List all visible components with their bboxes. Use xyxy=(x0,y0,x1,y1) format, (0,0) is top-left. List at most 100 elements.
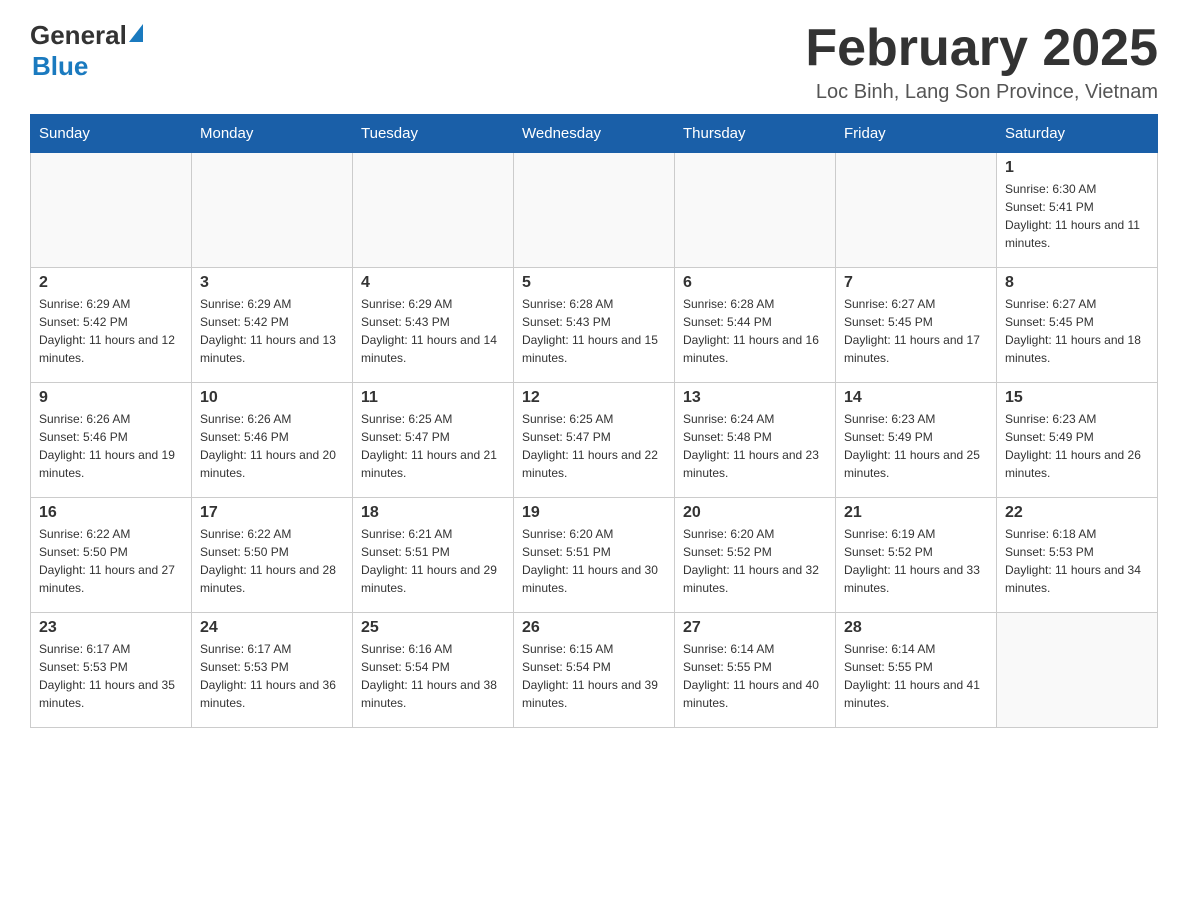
weekday-header-friday: Friday xyxy=(836,115,997,153)
calendar-cell: 12 Sunrise: 6:25 AMSunset: 5:47 PMDayligh… xyxy=(514,383,675,498)
logo: General Blue xyxy=(30,20,143,82)
calendar-cell: 23 Sunrise: 6:17 AMSunset: 5:53 PMDayligh… xyxy=(31,613,192,728)
title-block: February 2025 Loc Binh, Lang Son Provinc… xyxy=(805,20,1158,104)
day-info: Sunrise: 6:24 AMSunset: 5:48 PMDaylight:… xyxy=(683,410,827,482)
calendar-cell: 16 Sunrise: 6:22 AMSunset: 5:50 PMDayligh… xyxy=(31,498,192,613)
calendar-cell: 4 Sunrise: 6:29 AMSunset: 5:43 PMDaylight… xyxy=(353,268,514,383)
week-row-2: 2 Sunrise: 6:29 AMSunset: 5:42 PMDaylight… xyxy=(31,268,1158,383)
calendar-cell xyxy=(192,153,353,268)
day-number: 8 xyxy=(1005,274,1149,292)
logo-general-text: General xyxy=(30,20,127,51)
calendar-cell: 3 Sunrise: 6:29 AMSunset: 5:42 PMDaylight… xyxy=(192,268,353,383)
calendar-cell: 7 Sunrise: 6:27 AMSunset: 5:45 PMDaylight… xyxy=(836,268,997,383)
day-info: Sunrise: 6:20 AMSunset: 5:52 PMDaylight:… xyxy=(683,525,827,597)
day-info: Sunrise: 6:29 AMSunset: 5:43 PMDaylight:… xyxy=(361,295,505,367)
day-info: Sunrise: 6:14 AMSunset: 5:55 PMDaylight:… xyxy=(683,640,827,712)
day-info: Sunrise: 6:17 AMSunset: 5:53 PMDaylight:… xyxy=(200,640,344,712)
day-number: 9 xyxy=(39,389,183,407)
calendar-cell: 10Sunrise: 6:26 AMSunset: 5:46 PMDayligh… xyxy=(192,383,353,498)
day-info: Sunrise: 6:21 AMSunset: 5:51 PMDaylight:… xyxy=(361,525,505,597)
calendar-cell: 24Sunrise: 6:17 AMSunset: 5:53 PMDayligh… xyxy=(192,613,353,728)
day-number: 14 xyxy=(844,389,988,407)
calendar-cell: 18 Sunrise: 6:21 AMSunset: 5:51 PMDayligh… xyxy=(353,498,514,613)
day-info: Sunrise: 6:30 AMSunset: 5:41 PMDaylight:… xyxy=(1005,180,1149,252)
calendar-cell: 2 Sunrise: 6:29 AMSunset: 5:42 PMDaylight… xyxy=(31,268,192,383)
week-row-5: 23 Sunrise: 6:17 AMSunset: 5:53 PMDayligh… xyxy=(31,613,1158,728)
day-info: Sunrise: 6:17 AMSunset: 5:53 PMDaylight:… xyxy=(39,640,183,712)
day-info: Sunrise: 6:22 AMSunset: 5:50 PMDaylight:… xyxy=(39,525,183,597)
day-number: 6 xyxy=(683,274,827,292)
day-info: Sunrise: 6:23 AMSunset: 5:49 PMDaylight:… xyxy=(1005,410,1149,482)
week-row-4: 16 Sunrise: 6:22 AMSunset: 5:50 PMDayligh… xyxy=(31,498,1158,613)
day-number: 2 xyxy=(39,274,183,292)
calendar-cell: 19 Sunrise: 6:20 AMSunset: 5:51 PMDayligh… xyxy=(514,498,675,613)
day-info: Sunrise: 6:20 AMSunset: 5:51 PMDaylight:… xyxy=(522,525,666,597)
day-info: Sunrise: 6:29 AMSunset: 5:42 PMDaylight:… xyxy=(200,295,344,367)
day-info: Sunrise: 6:29 AMSunset: 5:42 PMDaylight:… xyxy=(39,295,183,367)
calendar-cell: 1 Sunrise: 6:30 AMSunset: 5:41 PMDaylight… xyxy=(997,153,1158,268)
calendar-cell xyxy=(514,153,675,268)
logo-arrow-icon xyxy=(129,24,143,42)
calendar-cell: 26 Sunrise: 6:15 AMSunset: 5:54 PMDayligh… xyxy=(514,613,675,728)
location-subtitle: Loc Binh, Lang Son Province, Vietnam xyxy=(805,81,1158,104)
day-info: Sunrise: 6:25 AMSunset: 5:47 PMDaylight:… xyxy=(522,410,666,482)
day-number: 27 xyxy=(683,619,827,637)
week-row-3: 9 Sunrise: 6:26 AMSunset: 5:46 PMDaylight… xyxy=(31,383,1158,498)
weekday-header-thursday: Thursday xyxy=(675,115,836,153)
weekday-header-monday: Monday xyxy=(192,115,353,153)
day-info: Sunrise: 6:18 AMSunset: 5:53 PMDaylight:… xyxy=(1005,525,1149,597)
calendar-cell xyxy=(675,153,836,268)
day-number: 1 xyxy=(1005,159,1149,177)
day-number: 18 xyxy=(361,504,505,522)
calendar-cell: 17Sunrise: 6:22 AMSunset: 5:50 PMDayligh… xyxy=(192,498,353,613)
main-title: February 2025 xyxy=(805,20,1158,77)
day-number: 19 xyxy=(522,504,666,522)
logo-blue-part xyxy=(127,29,143,42)
calendar-cell xyxy=(997,613,1158,728)
day-number: 3 xyxy=(200,274,344,292)
calendar-cell: 14Sunrise: 6:23 AMSunset: 5:49 PMDayligh… xyxy=(836,383,997,498)
calendar-cell: 27 Sunrise: 6:14 AMSunset: 5:55 PMDayligh… xyxy=(675,613,836,728)
day-number: 25 xyxy=(361,619,505,637)
day-number: 28 xyxy=(844,619,988,637)
calendar-cell: 5 Sunrise: 6:28 AMSunset: 5:43 PMDaylight… xyxy=(514,268,675,383)
calendar-cell: 28Sunrise: 6:14 AMSunset: 5:55 PMDayligh… xyxy=(836,613,997,728)
week-row-1: 1 Sunrise: 6:30 AMSunset: 5:41 PMDaylight… xyxy=(31,153,1158,268)
calendar-cell xyxy=(836,153,997,268)
calendar-cell: 11 Sunrise: 6:25 AMSunset: 5:47 PMDayligh… xyxy=(353,383,514,498)
calendar-cell: 6Sunrise: 6:28 AMSunset: 5:44 PMDaylight… xyxy=(675,268,836,383)
day-number: 11 xyxy=(361,389,505,407)
day-info: Sunrise: 6:26 AMSunset: 5:46 PMDaylight:… xyxy=(200,410,344,482)
day-info: Sunrise: 6:25 AMSunset: 5:47 PMDaylight:… xyxy=(361,410,505,482)
day-info: Sunrise: 6:15 AMSunset: 5:54 PMDaylight:… xyxy=(522,640,666,712)
calendar-cell: 9Sunrise: 6:26 AMSunset: 5:46 PMDaylight… xyxy=(31,383,192,498)
page-header: General Blue February 2025 Loc Binh, Lan… xyxy=(30,20,1158,104)
day-info: Sunrise: 6:19 AMSunset: 5:52 PMDaylight:… xyxy=(844,525,988,597)
weekday-header-saturday: Saturday xyxy=(997,115,1158,153)
logo-blue-text: Blue xyxy=(32,51,88,81)
calendar-cell: 15 Sunrise: 6:23 AMSunset: 5:49 PMDayligh… xyxy=(997,383,1158,498)
day-info: Sunrise: 6:27 AMSunset: 5:45 PMDaylight:… xyxy=(844,295,988,367)
day-number: 16 xyxy=(39,504,183,522)
day-number: 4 xyxy=(361,274,505,292)
day-number: 7 xyxy=(844,274,988,292)
day-info: Sunrise: 6:27 AMSunset: 5:45 PMDaylight:… xyxy=(1005,295,1149,367)
day-number: 22 xyxy=(1005,504,1149,522)
day-info: Sunrise: 6:16 AMSunset: 5:54 PMDaylight:… xyxy=(361,640,505,712)
weekday-header-wednesday: Wednesday xyxy=(514,115,675,153)
calendar-cell: 13Sunrise: 6:24 AMSunset: 5:48 PMDayligh… xyxy=(675,383,836,498)
day-number: 23 xyxy=(39,619,183,637)
calendar-cell xyxy=(31,153,192,268)
day-number: 26 xyxy=(522,619,666,637)
day-number: 15 xyxy=(1005,389,1149,407)
day-number: 12 xyxy=(522,389,666,407)
day-info: Sunrise: 6:28 AMSunset: 5:43 PMDaylight:… xyxy=(522,295,666,367)
day-number: 5 xyxy=(522,274,666,292)
day-info: Sunrise: 6:22 AMSunset: 5:50 PMDaylight:… xyxy=(200,525,344,597)
calendar-cell: 20Sunrise: 6:20 AMSunset: 5:52 PMDayligh… xyxy=(675,498,836,613)
day-number: 21 xyxy=(844,504,988,522)
calendar-cell: 22 Sunrise: 6:18 AMSunset: 5:53 PMDayligh… xyxy=(997,498,1158,613)
calendar-table: SundayMondayTuesdayWednesdayThursdayFrid… xyxy=(30,114,1158,728)
weekday-header-row: SundayMondayTuesdayWednesdayThursdayFrid… xyxy=(31,115,1158,153)
weekday-header-tuesday: Tuesday xyxy=(353,115,514,153)
